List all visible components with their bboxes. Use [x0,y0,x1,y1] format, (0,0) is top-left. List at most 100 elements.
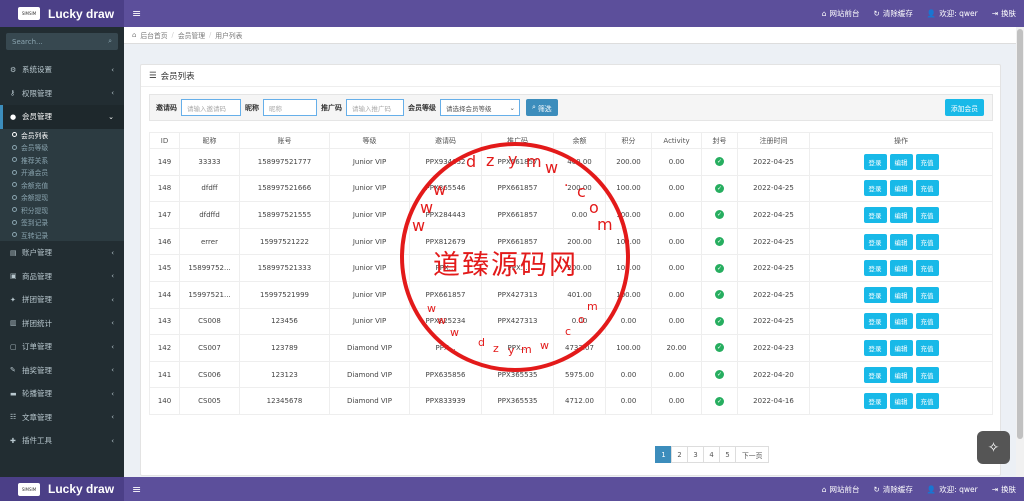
check-circle-icon[interactable]: ✓ [715,370,724,380]
menu-toggle-icon[interactable]: ≡ [132,7,141,20]
recharge-button[interactable]: 充值 [915,393,939,410]
sidebar-subitem-member-level[interactable]: 会员等级 [0,141,124,154]
level-select[interactable]: 请选择会员等级 ⌄ [440,99,520,116]
check-circle-icon[interactable]: ✓ [715,343,724,353]
search-button[interactable]: ⌕ 筛选 [526,99,558,116]
sidebar-item-group[interactable]: ✦ 拼团管理 ‹ [0,288,124,312]
sidebar-item-members[interactable]: ● 会员管理 ⌄ [0,105,124,129]
login-button[interactable]: 登录 [863,233,887,250]
check-circle-icon[interactable]: ✓ [715,263,724,273]
frontend-link[interactable]: ⌂ 网站前台 [822,8,860,19]
recharge-button[interactable]: 充值 [915,313,939,330]
user-menu[interactable]: 👤 欢迎: qwer [927,484,978,495]
check-circle-icon[interactable]: ✓ [715,290,724,300]
search-icon[interactable]: ⌕ [108,37,112,46]
edit-button[interactable]: 编辑 [889,180,913,197]
check-circle-icon[interactable]: ✓ [715,157,724,167]
user-menu-label: 欢迎: qwer [939,9,978,18]
nick-input[interactable]: 昵称 [263,99,317,116]
sidebar-search[interactable]: Search... ⌕ [6,33,118,50]
referrer-input[interactable]: 请输入推广码 [346,99,404,116]
recharge-button[interactable]: 充值 [915,366,939,383]
cell-ref: PPX365535 [481,387,554,415]
next-page-button[interactable]: 下一页 [735,446,770,463]
breadcrumb-home[interactable]: 后台首页 [140,30,167,40]
menu-toggle-icon[interactable]: ≡ [132,483,141,496]
sidebar-item-carousel[interactable]: ▬ 轮播管理 ‹ [0,382,124,406]
login-button[interactable]: 登录 [863,286,887,303]
login-button[interactable]: 登录 [863,206,887,223]
sidebar-item-lottery[interactable]: ✎ 抽奖管理 ‹ [0,359,124,383]
invite-input[interactable]: 请输入邀请码 [181,99,241,116]
sidebar-subitem-withdraw[interactable]: 余额提现 [0,191,124,204]
user-menu[interactable]: 👤 欢迎: qwer [927,8,978,19]
sidebar-item-goods[interactable]: ▣ 商品管理 ‹ [0,265,124,289]
edit-button[interactable]: 编辑 [889,366,913,383]
check-circle-icon[interactable]: ✓ [715,183,724,193]
add-member-button[interactable]: 添加会员 [944,99,984,116]
cell-date: 2022-04-25 [737,307,810,336]
page-3[interactable]: 3 [687,446,704,463]
recharge-button[interactable]: 充值 [915,233,939,250]
chevron-left-icon: ‹ [111,89,114,98]
sidebar-subitem-recharge[interactable]: 余额充值 [0,179,124,192]
subitem-label: 推荐关系 [21,156,49,165]
clear-cache-link[interactable]: ↻ 清除缓存 [874,8,913,19]
sidebar-subitem-open-member[interactable]: 开通会员 [0,166,124,179]
page-1[interactable]: 1 [655,446,672,463]
sidebar-item-group-stats[interactable]: ▥ 拼团统计 ‹ [0,312,124,336]
skin-link[interactable]: ⇥ 换肤 [992,8,1016,19]
sidebar-item-plugins[interactable]: ✚ 插件工具 ‹ [0,429,124,453]
breadcrumb-level1[interactable]: 会员管理 [178,30,205,40]
frontend-link[interactable]: ⌂ 网站前台 [822,484,860,495]
login-button[interactable]: 登录 [863,393,887,410]
check-circle-icon[interactable]: ✓ [715,316,724,326]
edit-button[interactable]: 编辑 [889,339,913,356]
recharge-button[interactable]: 充值 [915,153,939,170]
magic-wand-icon[interactable]: ✧ [977,431,1010,464]
check-circle-icon[interactable]: ✓ [715,396,724,406]
edit-button[interactable]: 编辑 [889,153,913,170]
sidebar-subitem-signin[interactable]: 签到记录 [0,216,124,229]
login-button[interactable]: 登录 [863,260,887,277]
sidebar-subitem-points-withdraw[interactable]: 积分提现 [0,204,124,217]
login-button[interactable]: 登录 [863,153,887,170]
sidebar-subitem-transfer[interactable]: 互转记录 [0,229,124,242]
sidebar-item-account[interactable]: ▤ 账户管理 ‹ [0,241,124,265]
edit-button[interactable]: 编辑 [889,233,913,250]
scrollbar-thumb[interactable] [1017,29,1023,439]
recharge-button[interactable]: 充值 [915,339,939,356]
page-4[interactable]: 4 [703,446,720,463]
skin-link[interactable]: ⇥ 换肤 [992,484,1016,495]
sidebar-subitem-referral[interactable]: 推荐关系 [0,154,124,167]
edit-button[interactable]: 编辑 [889,286,913,303]
logo[interactable]: SIMSIM Lucky draw [0,477,124,501]
sidebar-item-articles[interactable]: ☷ 文章管理 ‹ [0,406,124,430]
member-panel: ☰ 会员列表 邀请码 请输入邀请码 昵称 昵称 推广码 请输入推广码 会员等级 … [140,64,1001,476]
recharge-button[interactable]: 充值 [915,180,939,197]
page-2[interactable]: 2 [671,446,688,463]
sidebar-item-orders[interactable]: ▢ 订单管理 ‹ [0,335,124,359]
edit-button[interactable]: 编辑 [889,206,913,223]
edit-button[interactable]: 编辑 [889,393,913,410]
edit-button[interactable]: 编辑 [889,260,913,277]
page-5[interactable]: 5 [719,446,736,463]
login-button[interactable]: 登录 [863,366,887,383]
login-button[interactable]: 登录 [863,313,887,330]
check-circle-icon[interactable]: ✓ [715,210,724,220]
recharge-button[interactable]: 充值 [915,260,939,277]
sidebar-subitem-member-list[interactable]: 会员列表 [0,129,124,142]
check-circle-icon[interactable]: ✓ [715,237,724,247]
login-button[interactable]: 登录 [863,180,887,197]
login-button[interactable]: 登录 [863,339,887,356]
recharge-button[interactable]: 充值 [915,286,939,303]
sidebar-item-system[interactable]: ⚙ 系统设置 ‹ [0,58,124,82]
search-input[interactable]: Search... [12,38,43,46]
sidebar-item-permission[interactable]: ⚷ 权限管理 ‹ [0,82,124,106]
logo[interactable]: SIMSIM Lucky draw [0,0,124,27]
sidebar-item-label: 账户管理 [22,248,52,258]
clear-cache-link[interactable]: ↻ 清除缓存 [874,484,913,495]
cell-nick: dfdff [179,174,240,203]
edit-button[interactable]: 编辑 [889,313,913,330]
recharge-button[interactable]: 充值 [915,206,939,223]
